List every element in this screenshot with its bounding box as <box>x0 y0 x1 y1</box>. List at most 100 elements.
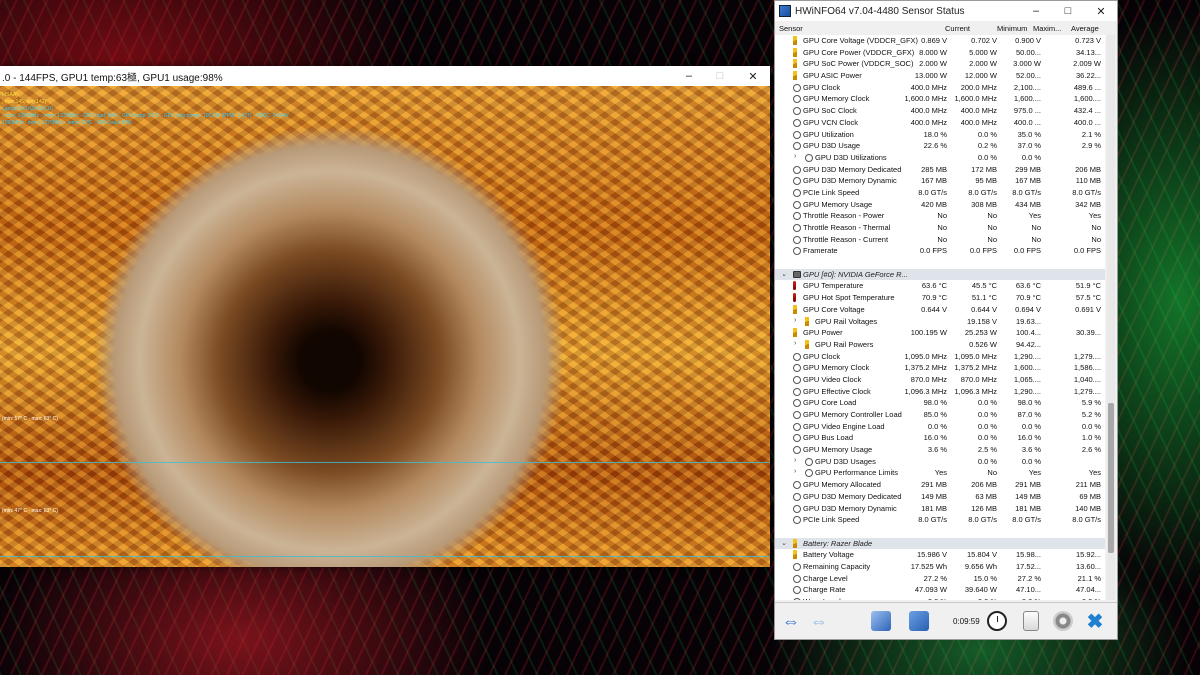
sensor-row[interactable]: GPU VCN Clock 400.0 MHz 400.0 MHz 400.0 ...… <box>775 117 1105 129</box>
sensor-row[interactable]: GPU Memory Usage 420 MB 308 MB 434 MB 342 MB <box>775 199 1105 211</box>
collapse-chevron-icon[interactable]: ⌄ <box>781 539 787 547</box>
sensor-row[interactable]: GPU D3D Memory Dedicated 149 MB 63 MB 149 M… <box>775 491 1105 503</box>
sensor-row[interactable]: GPU D3D Usage 22.6 % 0.2 % 37.0 % 2.9 % <box>775 140 1105 152</box>
network-monitor-icon[interactable] <box>869 609 893 633</box>
sensor-name: GPU Utilization <box>803 129 854 139</box>
sensor-row[interactable]: GPU Memory Controller Load 85.0 % 0.0 % 87.… <box>775 409 1105 421</box>
sensor-row[interactable]: GPU D3D Memory Dynamic 167 MB 95 MB 167 MB 1… <box>775 175 1105 187</box>
vertical-scrollbar[interactable] <box>1107 35 1115 600</box>
sensor-name: GPU Memory Clock <box>803 94 870 104</box>
sensor-row[interactable]: GPU SoC Clock 400.0 MHz 400.0 MHz 975.0 ...… <box>775 105 1105 117</box>
maximum-value: Yes <box>1028 211 1041 221</box>
hw-maximize-button[interactable]: □ <box>1051 1 1085 21</box>
average-value: 489.6 ... <box>1073 82 1101 92</box>
voltage-bolt-icon <box>793 36 797 45</box>
col-current[interactable]: Current <box>945 24 970 33</box>
sensor-row[interactable]: GPU Effective Clock 1,096.3 MHz 1,096.3 MH… <box>775 386 1105 398</box>
maximum-value: 1,290.... <box>1013 351 1041 361</box>
sensor-row[interactable]: Wear Level 0.0 % 0.0 % 0.0 % 0.0 % <box>775 596 1105 600</box>
col-minimum[interactable]: Minimum <box>997 24 1027 33</box>
gauge-icon <box>805 153 813 162</box>
sensor-row[interactable]: PCIe Link Speed 8.0 GT/s 8.0 GT/s 8.0 GT/s 8… <box>775 514 1105 526</box>
sensor-row[interactable]: PCIe Link Speed 8.0 GT/s 8.0 GT/s 8.0 GT/s 8… <box>775 187 1105 199</box>
sensor-row[interactable]: GPU Video Engine Load 0.0 % 0.0 % 0.0 % 0.0 … <box>775 421 1105 433</box>
sensor-row[interactable]: GPU Clock 1,095.0 MHz 1,095.0 MHz 1,290....… <box>775 351 1105 363</box>
sensor-name: GPU Memory Clock <box>803 363 870 373</box>
sensor-row[interactable]: GPU Memory Usage 3.6 % 2.5 % 3.6 % 2.6 % <box>775 444 1105 456</box>
average-value: Yes <box>1088 468 1101 478</box>
sensor-name: GPU D3D Usage <box>803 141 861 151</box>
sensor-row[interactable]: GPU Core Load 98.0 % 0.0 % 98.0 % 5.9 % <box>775 397 1105 409</box>
sensor-row[interactable]: GPU Memory Allocated 291 MB 206 MB 291 MB 21… <box>775 479 1105 491</box>
sensor-row[interactable]: GPU D3D Memory Dynamic 181 MB 126 MB 181 MB… <box>775 503 1105 515</box>
current-value: 167 MB <box>921 176 947 186</box>
sensor-row[interactable]: › GPU Rail Voltages 19.158 V 19.63... <box>775 316 1105 328</box>
collapse-chevron-icon[interactable]: ⌄ <box>781 270 787 278</box>
expand-chevron-icon[interactable]: › <box>794 468 796 475</box>
hw-close-button[interactable]: ✕ <box>1084 1 1118 21</box>
sensor-name: GPU ASIC Power <box>803 71 862 81</box>
sensor-name: GPU Clock <box>803 82 841 92</box>
sensor-row[interactable]: GPU Bus Load 16.0 % 0.0 % 16.0 % 1.0 % <box>775 432 1105 444</box>
maximum-value: 149 MB <box>1015 491 1041 501</box>
minimum-value: 206 MB <box>971 480 997 490</box>
maximize-button[interactable]: □ <box>703 66 737 86</box>
scrollbar-thumb[interactable] <box>1108 403 1114 553</box>
gauge-icon <box>793 188 801 197</box>
sensor-row[interactable]: GPU Memory Clock 1,375.2 MHz 1,375.2 MHz 1,… <box>775 362 1105 374</box>
sensor-row[interactable]: Charge Level 27.2 % 15.0 % 27.2 % 21.1 % <box>775 573 1105 585</box>
minimize-button[interactable]: – <box>672 66 706 86</box>
sensor-row[interactable]: GPU SoC Power (VDDCR_SOC) 2.000 W 2.000 W 3… <box>775 58 1105 70</box>
gauge-icon <box>793 235 801 244</box>
hw-minimize-button[interactable]: – <box>1019 1 1053 21</box>
sensor-list[interactable]: GPU Core Voltage (VDDCR_GFX) 0.869 V 0.702… <box>775 35 1105 600</box>
sensor-row[interactable]: › GPU Performance Limits Yes No Yes Yes <box>775 467 1105 479</box>
sensor-row[interactable]: GPU Temperature 63.6 °C 45.5 °C 63.6 °C 51.9… <box>775 280 1105 292</box>
sensor-row[interactable]: GPU D3D Memory Dedicated 285 MB 172 MB 299 … <box>775 164 1105 176</box>
current-value: 0.644 V <box>921 304 947 314</box>
back-arrows-icon[interactable]: ⇔ <box>779 609 803 633</box>
col-average[interactable]: Average <box>1071 24 1099 33</box>
settings-icon[interactable] <box>1051 609 1075 633</box>
expand-chevron-icon[interactable]: › <box>794 457 796 464</box>
current-value: 3.6 % <box>927 445 947 455</box>
sensor-row[interactable]: GPU Utilization 18.0 % 0.0 % 35.0 % 2.1 % <box>775 129 1105 141</box>
sensor-row[interactable]: Throttle Reason - Current No No No No <box>775 234 1105 246</box>
sensor-row[interactable]: GPU Memory Clock 1,600.0 MHz 1,600.0 MHz 1,… <box>775 93 1105 105</box>
sensor-row[interactable]: Framerate 0.0 FPS 0.0 FPS 0.0 FPS 0.0 FPS <box>775 245 1105 257</box>
col-sensor[interactable]: Sensor <box>779 24 803 33</box>
clock-icon[interactable] <box>985 609 1009 633</box>
sensor-row[interactable]: GPU Hot Spot Temperature 70.9 °C 51.1 °C 70… <box>775 292 1105 304</box>
report-icon[interactable] <box>1019 609 1043 633</box>
sensor-row[interactable]: GPU Clock 400.0 MHz 200.0 MHz 2,100.... 489.… <box>775 82 1105 94</box>
voltage-bolt-icon <box>805 316 809 326</box>
forward-arrows-icon[interactable]: ⇔ <box>807 609 831 633</box>
expand-chevron-icon[interactable]: › <box>794 317 796 324</box>
sensor-row[interactable]: Battery Voltage 15.986 V 15.804 V 15.98... 1… <box>775 549 1105 561</box>
sensor-row[interactable]: GPU Video Clock 870.0 MHz 870.0 MHz 1,065..… <box>775 374 1105 386</box>
gauge-icon <box>793 446 801 455</box>
col-maximum[interactable]: Maxim... <box>1033 24 1061 33</box>
current-value: 22.6 % <box>923 141 947 151</box>
sensor-row[interactable]: › GPU Rail Powers 0.526 W 94.42... <box>775 339 1105 351</box>
benchmark-titlebar[interactable]: .0 - 144FPS, GPU1 temp:63極, GPU1 usage:9… <box>0 66 770 86</box>
switch-layout-icon[interactable] <box>907 609 931 633</box>
sensor-row[interactable]: GPU Core Voltage 0.644 V 0.644 V 0.694 V 0.6… <box>775 304 1105 316</box>
sensor-row[interactable]: Charge Rate 47.093 W 39.640 W 47.10... 47.04… <box>775 584 1105 596</box>
sensor-row[interactable]: GPU Power 100.195 W 25.253 W 100.4... 30.39.… <box>775 327 1105 339</box>
sensor-row[interactable]: › GPU D3D Utilizations 0.0 % 0.0 % <box>775 152 1105 164</box>
sensor-row[interactable]: GPU Core Voltage (VDDCR_GFX) 0.869 V 0.702… <box>775 35 1105 47</box>
sensor-row[interactable]: Remaining Capacity 17.525 Wh 9.656 Wh 17.52… <box>775 561 1105 573</box>
close-x-icon[interactable]: ✖ <box>1083 609 1107 633</box>
sensor-section-header[interactable]: ⌄ Battery: Razer Blade <box>775 537 1105 550</box>
sensor-section-header[interactable]: ⌄ GPU [#0]: NVIDIA GeForce R... <box>775 268 1105 281</box>
sensor-row[interactable]: Throttle Reason - Power No No Yes Yes <box>775 210 1105 222</box>
sensor-row[interactable]: GPU ASIC Power 13.000 W 12.000 W 52.00... 36… <box>775 70 1105 82</box>
expand-chevron-icon[interactable]: › <box>794 340 796 347</box>
close-button[interactable]: ✕ <box>736 66 770 86</box>
sensor-row[interactable]: GPU Core Power (VDDCR_GFX) 8.000 W 5.000 W… <box>775 47 1105 59</box>
sensor-row[interactable]: Throttle Reason - Thermal No No No No <box>775 222 1105 234</box>
hwinfo-titlebar[interactable]: HWiNFO64 v7.04-4480 Sensor Status – □ ✕ <box>775 1 1117 21</box>
sensor-row[interactable]: › GPU D3D Usages 0.0 % 0.0 % <box>775 456 1105 468</box>
expand-chevron-icon[interactable]: › <box>794 153 796 160</box>
